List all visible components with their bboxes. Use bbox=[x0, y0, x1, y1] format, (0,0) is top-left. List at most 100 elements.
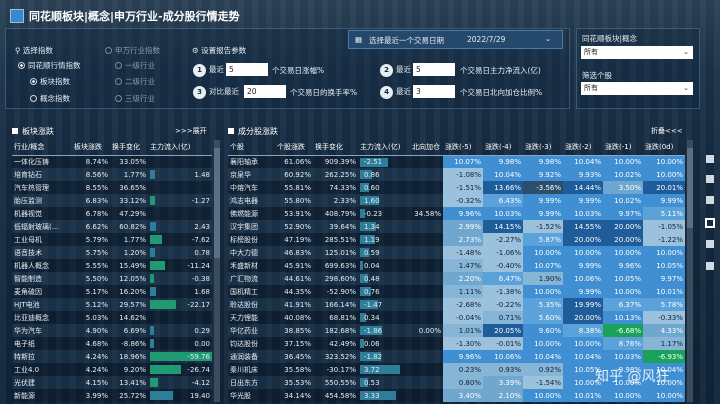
sector-column-header[interactable]: 行业/概念 bbox=[12, 140, 72, 156]
stock-cell: 44.61% bbox=[275, 272, 313, 285]
stock-column-header[interactable]: 个股涨跌 bbox=[275, 140, 313, 156]
stock-filter-select[interactable]: 所有 ⌄ bbox=[581, 82, 693, 95]
sector-scrollbar-thumb[interactable] bbox=[214, 148, 220, 258]
expand-link[interactable]: >>>展开 bbox=[175, 126, 207, 136]
stock-column-header[interactable]: 涨跌(-2) bbox=[563, 140, 603, 156]
table-row[interactable]: 中大力德 46.83% 125.01% 0.59 -1.48% -1.06% 10.00% 1… bbox=[228, 246, 685, 259]
chevron-down-icon: ⌄ bbox=[683, 48, 689, 56]
table-row[interactable]: 华亿药业 38.85% 182.68% -1.86 0.00% 1.01% 20.05% 9.… bbox=[228, 324, 685, 337]
stock-column-header[interactable]: 涨跌(-3) bbox=[523, 140, 563, 156]
table-row[interactable]: 中熔汽车 55.81% 74.33% 0.60 -1.51% 13.66% -3.56% 14… bbox=[228, 181, 685, 194]
concept-select[interactable]: 所有 ⌄ bbox=[581, 46, 693, 59]
stock-cell: -1.48% bbox=[443, 246, 483, 259]
table-row[interactable]: 聆达股份 41.91% 166.14% -1.47 -2.68% -0.22% 5.35% 1… bbox=[228, 298, 685, 311]
stock-cell: 广汇物流 bbox=[228, 272, 275, 285]
table-row[interactable]: 麦角硫因 5.17% 16.20% 1.68 bbox=[12, 285, 212, 298]
stock-column-header[interactable]: 涨跌(-4) bbox=[483, 140, 523, 156]
stock-cell: 1.17% bbox=[643, 337, 685, 350]
table-row[interactable]: 一体化压铸 8.74% 33.05% bbox=[12, 155, 212, 168]
stock-column-header[interactable]: 个股 bbox=[228, 140, 275, 156]
table-row[interactable]: 天力锂能 40.08% 68.81% 0.34 -0.04% 0.71% 5.60% 20.0… bbox=[228, 311, 685, 324]
nav-dot[interactable] bbox=[706, 196, 714, 204]
table-row[interactable]: 比亚迪概念 5.03% 14.62% bbox=[12, 311, 212, 324]
table-row[interactable]: 华光股 34.14% 454.58% 3.33 3.40% 2.10% 10.00% 10.0… bbox=[228, 389, 685, 402]
sector-column-header[interactable]: 板块涨跌 bbox=[72, 140, 110, 156]
param-4-input[interactable]: 3 bbox=[413, 85, 455, 98]
nav-dot[interactable] bbox=[706, 262, 714, 270]
stock-cell: 0.59 bbox=[358, 246, 410, 259]
stock-cell: -1.30% bbox=[443, 337, 483, 350]
stock-column-header[interactable]: 主力流入(亿) bbox=[358, 140, 410, 156]
stock-column-header[interactable]: 涨跌(0d) bbox=[643, 140, 685, 156]
radio-sector-index[interactable]: 板块指数 bbox=[30, 76, 70, 87]
stock-column-header[interactable]: 涨跌(-1) bbox=[603, 140, 643, 156]
table-row[interactable]: 钧达股份 37.15% 42.49% 0.06 -1.30% -0.01% 10.00% 10… bbox=[228, 337, 685, 350]
table-row[interactable]: 佛燃能源 53.91% 408.79% -0.23 34.58% 9.96% 10.03% 9… bbox=[228, 207, 685, 220]
table-row[interactable]: 通润装备 36.45% 323.52% -1.82 9.96% 10.06% 10.04% 1… bbox=[228, 350, 685, 363]
stock-cell: 9.97% bbox=[603, 207, 643, 220]
stock-cell: 10.03% bbox=[603, 350, 643, 363]
app-logo-icon bbox=[10, 9, 24, 23]
table-row[interactable]: 汽车热管理 8.55% 36.65% bbox=[12, 181, 212, 194]
date-picker[interactable]: ▦ 选择最近一个交易日期 2022/7/29 ⌄ bbox=[348, 30, 563, 49]
sector-cell: 5.17% bbox=[72, 285, 110, 298]
stock-scrollbar-thumb[interactable] bbox=[687, 148, 693, 228]
table-row[interactable]: 胎压监测 6.83% 33.12% -1.27 bbox=[12, 194, 212, 207]
table-row[interactable]: 工业母机 5.79% 1.77% -7.62 bbox=[12, 233, 212, 246]
radio-level3[interactable]: 三级行业 bbox=[115, 93, 155, 104]
stock-cell: 10.04% bbox=[563, 350, 603, 363]
table-row[interactable]: 标榜股份 47.19% 285.51% 1.19 2.73% -2.27% 5.87% 20.… bbox=[228, 233, 685, 246]
table-row[interactable]: 语音技术 5.75% 1.20% 0.78 bbox=[12, 246, 212, 259]
stock-cell: 46.83% bbox=[275, 246, 313, 259]
stock-cell: 9.99% bbox=[563, 259, 603, 272]
stock-cell: 3.50% bbox=[603, 181, 643, 194]
stock-cell: 39.64% bbox=[313, 220, 358, 233]
table-row[interactable]: 汉宇集团 52.90% 39.64% 1.34 2.99% 14.15% -1.52% 14.… bbox=[228, 220, 685, 233]
collapse-link[interactable]: 折叠<<< bbox=[651, 126, 683, 136]
table-row[interactable]: 襄阳轴承 61.06% 909.39% -2.51 10.07% 9.98% 9.98% 10… bbox=[228, 155, 685, 168]
table-row[interactable]: 华为汽车 4.90% 6.69% 0.29 bbox=[12, 324, 212, 337]
table-row[interactable]: 工业4.0 4.24% 9.20% -26.74 bbox=[12, 363, 212, 376]
table-row[interactable]: 京泉华 60.92% 262.25% 0.86 -1.08% 10.04% 9.92% 9.9… bbox=[228, 168, 685, 181]
table-row[interactable]: 鸿志电器 55.80% 2.33% 1.60 -0.32% 6.43% 9.99% 9.99%… bbox=[228, 194, 685, 207]
radio-ths-index[interactable]: 同花顺行情指数 bbox=[18, 60, 81, 71]
stock-cell: 74.33% bbox=[313, 181, 358, 194]
table-row[interactable]: HJT电池 5.12% 29.57% -22.17 bbox=[12, 298, 212, 311]
radio-level2[interactable]: 二级行业 bbox=[115, 76, 155, 87]
table-row[interactable]: 低辐射玻璃(... 6.62% 60.82% 2.43 bbox=[12, 220, 212, 233]
stock-column-header[interactable]: 换手变化 bbox=[313, 140, 358, 156]
table-row[interactable]: 特斯拉 4.24% 18.96% -59.76 bbox=[12, 350, 212, 363]
table-row[interactable]: 机器视觉 6.78% 47.29% bbox=[12, 207, 212, 220]
stock-column-header[interactable]: 涨跌(-5) bbox=[443, 140, 483, 156]
nav-dot[interactable] bbox=[706, 240, 714, 248]
stock-cell: 襄阳轴承 bbox=[228, 155, 275, 168]
sector-column-header[interactable]: 换手变化 bbox=[110, 140, 148, 156]
flow-bar bbox=[150, 170, 156, 179]
table-row[interactable]: 机器人概念 5.55% 15.49% -11.24 bbox=[12, 259, 212, 272]
radio-concept-index[interactable]: 概念指数 bbox=[30, 93, 70, 104]
nav-dot[interactable] bbox=[706, 155, 714, 163]
stock-cell: 9.98% bbox=[483, 155, 523, 168]
table-row[interactable]: 培育钻石 8.56% 1.77% 1.48 bbox=[12, 168, 212, 181]
sector-column-header[interactable]: 主力流入(亿) bbox=[148, 140, 212, 156]
param-3-input[interactable]: 20 bbox=[244, 85, 286, 98]
sector-cell: 29.57% bbox=[110, 298, 148, 311]
radio-level1[interactable]: 一级行业 bbox=[115, 60, 155, 71]
stock-cell: 10.13% bbox=[603, 311, 643, 324]
nav-dot[interactable] bbox=[706, 175, 714, 183]
table-row[interactable]: 禾盛新材 45.91% 699.63% 0.04 1.47% -0.40% 10.07% 9.… bbox=[228, 259, 685, 272]
table-row[interactable]: 智能制造 5.50% 12.05% -0.38 bbox=[12, 272, 212, 285]
stock-column-header[interactable]: 北向加仓 bbox=[410, 140, 443, 156]
param-1-input[interactable]: 5 bbox=[226, 63, 268, 76]
table-row[interactable]: 广汇物流 44.61% 298.60% 0.48 2.20% 6.47% 1.90% 10.0… bbox=[228, 272, 685, 285]
nav-dot-active[interactable] bbox=[705, 218, 715, 228]
sector-cell: 4.24% bbox=[72, 363, 110, 376]
radio-sw-industry[interactable]: 申万行业指数 bbox=[105, 45, 160, 56]
table-row[interactable]: 光伏建 4.15% 13.41% -4.12 bbox=[12, 376, 212, 389]
table-row[interactable]: 新能源 3.99% 25.72% 19.40 bbox=[12, 389, 212, 402]
param-2-input[interactable]: 5 bbox=[413, 63, 455, 76]
flow-bar bbox=[150, 196, 156, 205]
table-row[interactable]: 电子纸 4.68% -8.86% 0.00 bbox=[12, 337, 212, 350]
stock-cell: 10.00% bbox=[603, 155, 643, 168]
table-row[interactable]: 国机精工 44.35% -52.90% 0.76 1.11% -1.38% 10.00% 9.… bbox=[228, 285, 685, 298]
